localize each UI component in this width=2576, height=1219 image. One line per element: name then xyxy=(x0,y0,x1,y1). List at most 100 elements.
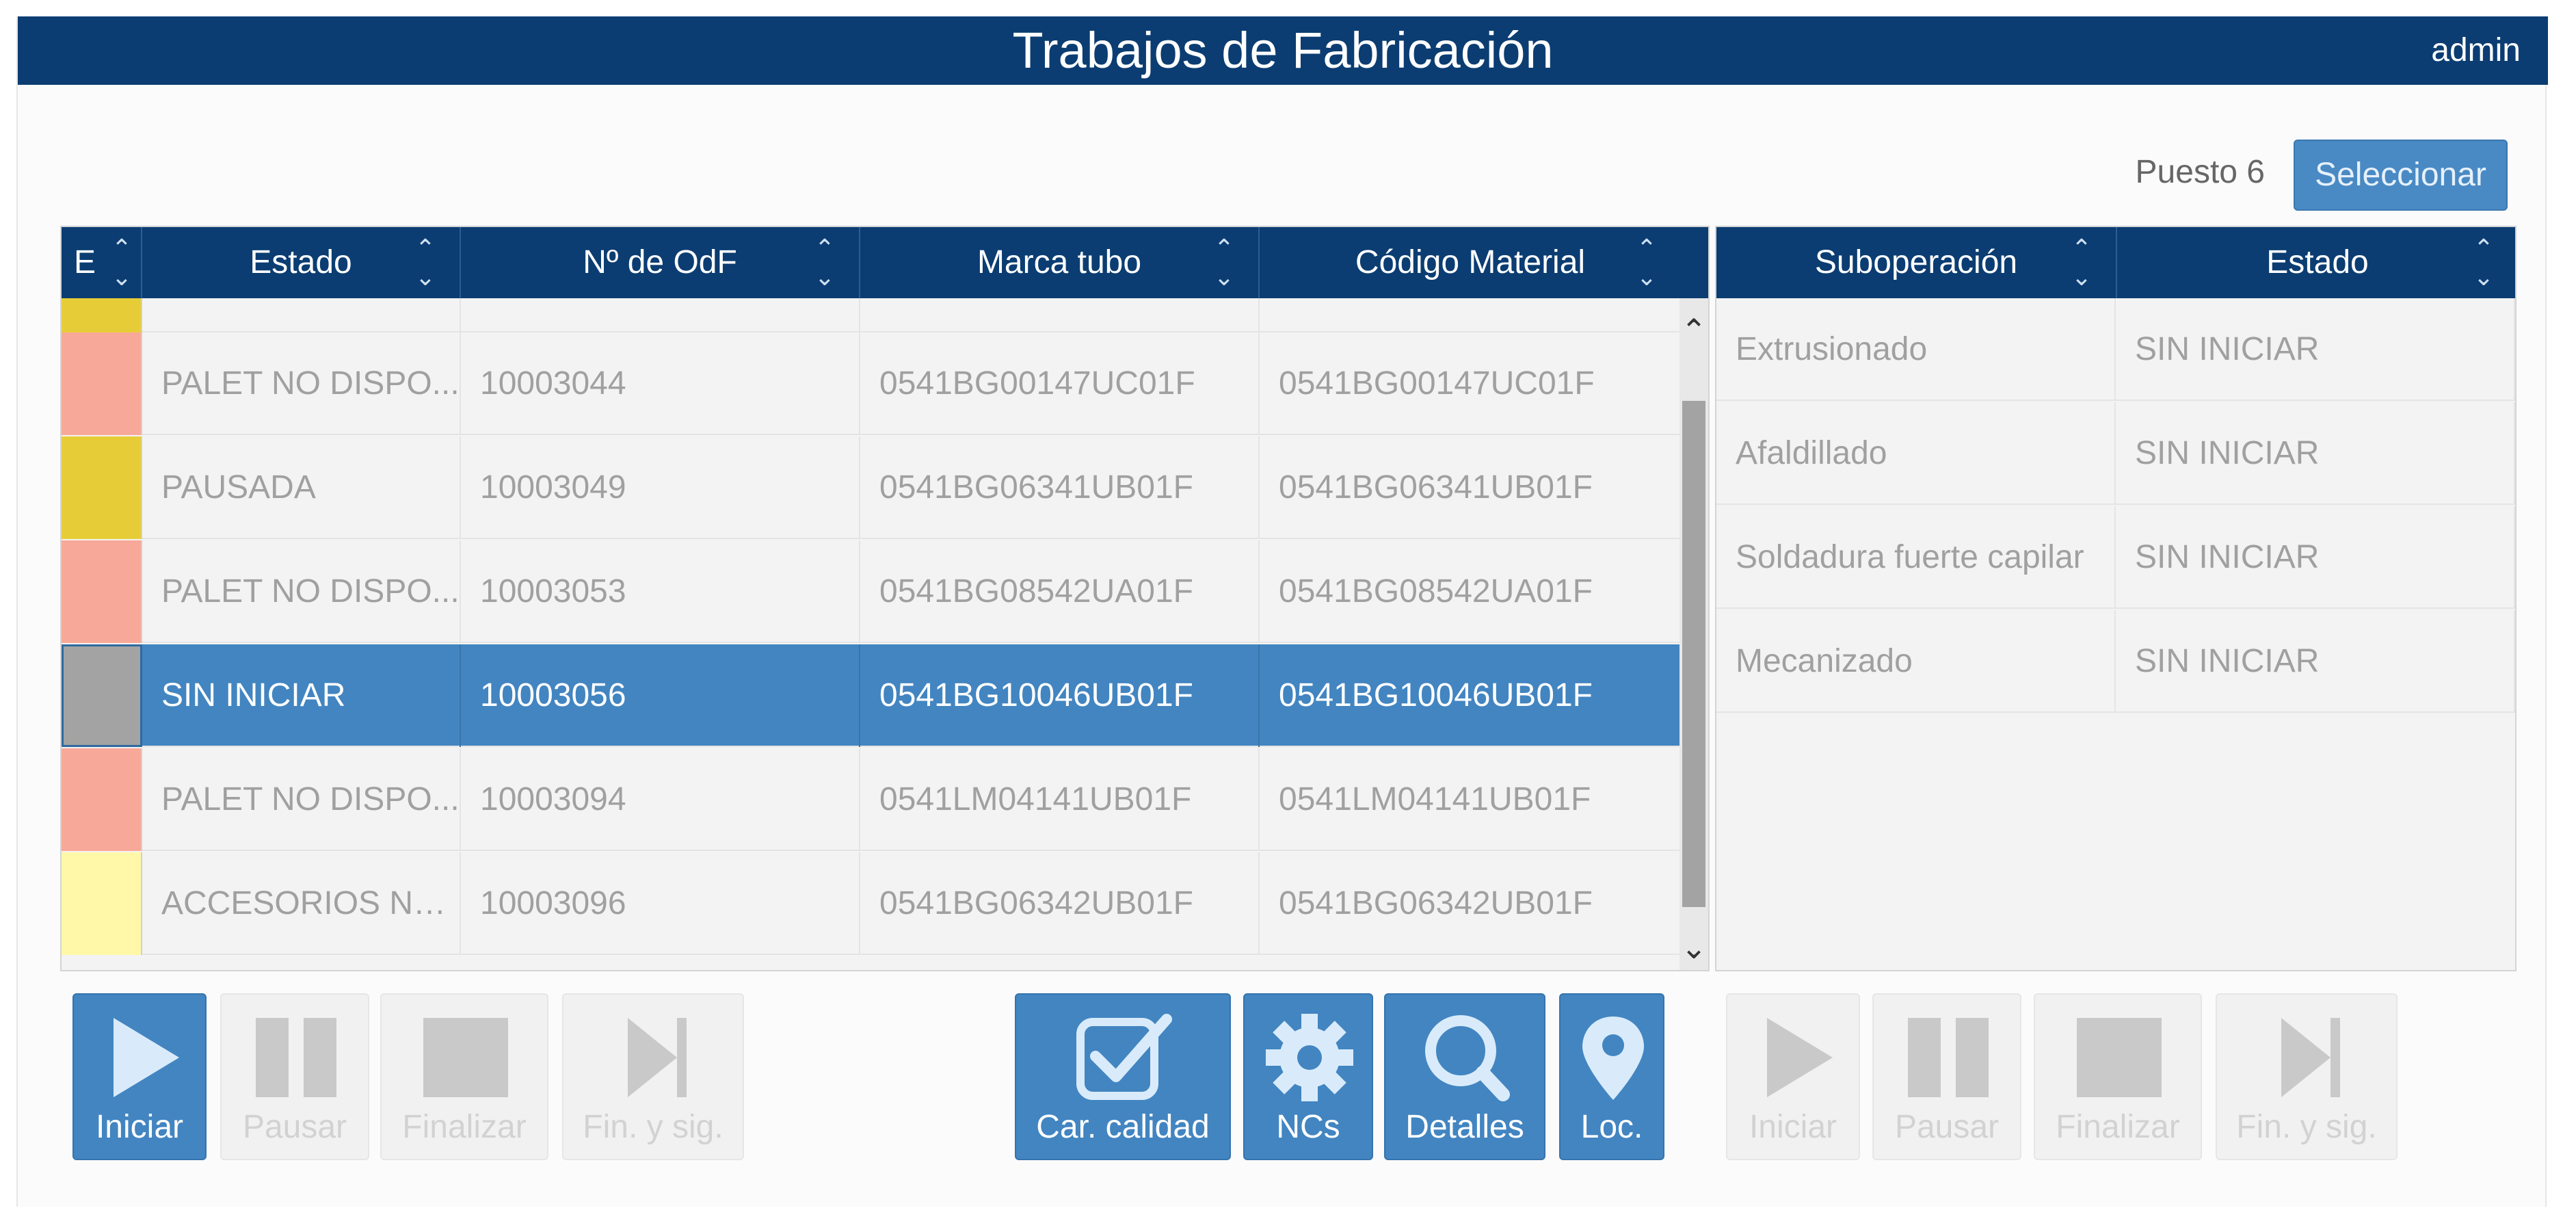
table-row[interactable]: Extrusionado SIN INICIAR xyxy=(1716,298,2515,401)
jobs-table-header: E ⌃ ⌄ Estado ⌃ ⌄ Nº de OdF ⌃ ⌄ Marca tubo ⌃… xyxy=(62,227,1708,298)
magnifier-icon xyxy=(1425,1015,1510,1101)
marca-cell: 0541BG06341UB01F xyxy=(860,436,1260,539)
details-button[interactable]: Detalles xyxy=(1384,993,1545,1160)
subop-finish-button[interactable]: Finalizar xyxy=(2034,993,2202,1160)
select-station-button[interactable]: Seleccionar xyxy=(2294,140,2508,211)
estado-cell: PAUSADA xyxy=(142,436,461,539)
pause-icon xyxy=(1908,1018,1989,1097)
estado-cell: PALET NO DISPO... xyxy=(142,540,461,643)
table-row[interactable]: ACCESORIOS NO... 10003096 0541BG06342UB0… xyxy=(62,852,1679,955)
page-title: Trabajos de Fabricación xyxy=(1012,22,1554,79)
sort-icon[interactable]: ⌃ ⌄ xyxy=(2470,234,2497,291)
sort-icon[interactable]: ⌃ ⌄ xyxy=(1633,234,1660,291)
quality-check-button[interactable]: Car. calidad xyxy=(1015,993,1231,1160)
marca-cell xyxy=(860,298,1260,332)
sort-icon[interactable]: ⌃ ⌄ xyxy=(412,234,439,291)
estado-cell: SIN INICIAR xyxy=(142,644,461,747)
ncs-button[interactable]: NCs xyxy=(1243,993,1373,1160)
odf-cell: 10003053 xyxy=(461,540,860,643)
table-row[interactable]: Mecanizado SIN INICIAR xyxy=(1716,610,2515,713)
odf-cell xyxy=(461,298,860,332)
estado-cell: SIN INICIAR xyxy=(2116,298,2515,401)
codigo-cell: 0541BG00147UC01F xyxy=(1260,332,1679,435)
status-color-swatch xyxy=(62,436,142,539)
table-row[interactable]: PALET NO DISPO... 10003053 0541BG08542UA… xyxy=(62,540,1679,643)
title-bar: Trabajos de Fabricación admin xyxy=(18,16,2548,85)
suboperation-cell: Afaldillado xyxy=(1716,402,2116,505)
col-header-estado[interactable]: Estado ⌃ ⌄ xyxy=(2117,227,2515,298)
odf-cell: 10003049 xyxy=(461,436,860,539)
col-header-marca-tubo[interactable]: Marca tubo ⌃ ⌄ xyxy=(860,227,1260,298)
sort-icon[interactable]: ⌃ ⌄ xyxy=(811,234,838,291)
estado-cell: SIN INICIAR xyxy=(2116,402,2515,505)
location-button[interactable]: Loc. xyxy=(1559,993,1664,1160)
suboperation-cell: Extrusionado xyxy=(1716,298,2116,401)
estado-cell: ACCESORIOS NO... xyxy=(142,852,461,955)
status-color-swatch xyxy=(62,540,142,643)
marca-cell: 0541LM04141UB01F xyxy=(860,748,1260,851)
user-name[interactable]: admin xyxy=(2431,16,2521,85)
status-color-swatch xyxy=(62,298,142,332)
codigo-cell: 0541BG08542UA01F xyxy=(1260,540,1679,643)
gear-icon xyxy=(1266,1014,1353,1101)
table-row[interactable]: PAUSADA 10003049 0541BG06341UB01F 0541BG… xyxy=(62,436,1679,539)
status-color-swatch xyxy=(62,748,142,851)
odf-cell: 10003096 xyxy=(461,852,860,955)
col-header-e[interactable]: E ⌃ ⌄ xyxy=(62,227,142,298)
table-row-selected[interactable]: SIN INICIAR 10003056 0541BG10046UB01F 05… xyxy=(62,644,1679,747)
play-icon xyxy=(114,1018,179,1097)
table-row[interactable]: Afaldillado SIN INICIAR xyxy=(1716,402,2515,505)
estado-cell xyxy=(142,298,461,332)
pause-icon xyxy=(256,1018,336,1097)
start-button[interactable]: Iniciar xyxy=(72,993,207,1160)
table-row[interactable] xyxy=(62,298,1679,332)
col-header-odf[interactable]: Nº de OdF ⌃ ⌄ xyxy=(461,227,860,298)
table-row[interactable]: Soldadura fuerte capilar SIN INICIAR xyxy=(1716,506,2515,609)
sort-icon[interactable]: ⌃ ⌄ xyxy=(2068,234,2095,291)
estado-cell: PALET NO DISPO... xyxy=(142,332,461,435)
scrollbar-thumb[interactable] xyxy=(1682,401,1705,907)
checkbox-icon xyxy=(1076,1014,1172,1100)
codigo-cell: 0541BG10046UB01F xyxy=(1260,644,1679,747)
col-header-suboperacion[interactable]: Suboperación ⌃ ⌄ xyxy=(1716,227,2117,298)
codigo-cell: 0541BG06342UB01F xyxy=(1260,852,1679,955)
col-header-codigo-material[interactable]: Código Material ⌃ ⌄ xyxy=(1260,227,1681,298)
subop-pause-button[interactable]: Pausar xyxy=(1872,993,2021,1160)
odf-cell: 10003044 xyxy=(461,332,860,435)
subop-start-button[interactable]: Iniciar xyxy=(1726,993,1860,1160)
subop-finish-and-next-button[interactable]: Fin. y sig. xyxy=(2216,993,2398,1160)
col-header-estado[interactable]: Estado ⌃ ⌄ xyxy=(142,227,461,298)
jobs-table-scrollbar[interactable]: ⌃ ⌄ xyxy=(1679,298,1708,970)
station-label: Puesto 6 xyxy=(2135,154,2265,190)
marca-cell: 0541BG08542UA01F xyxy=(860,540,1260,643)
marca-cell: 0541BG00147UC01F xyxy=(860,332,1260,435)
marca-cell: 0541BG10046UB01F xyxy=(860,644,1260,747)
codigo-cell xyxy=(1260,298,1679,332)
stop-icon xyxy=(423,1018,508,1097)
sort-icon[interactable]: ⌃ ⌄ xyxy=(1210,234,1238,291)
map-pin-icon xyxy=(1582,1017,1644,1100)
subops-table: Suboperación ⌃ ⌄ Estado ⌃ ⌄ Extrusionado S… xyxy=(1715,226,2517,971)
finish-and-next-button[interactable]: Fin. y sig. xyxy=(562,993,744,1160)
pause-button[interactable]: Pausar xyxy=(220,993,369,1160)
status-color-swatch xyxy=(62,852,142,955)
marca-cell: 0541BG06342UB01F xyxy=(860,852,1260,955)
jobs-table: E ⌃ ⌄ Estado ⌃ ⌄ Nº de OdF ⌃ ⌄ Marca tubo ⌃… xyxy=(60,226,1710,971)
finish-button[interactable]: Finalizar xyxy=(380,993,548,1160)
chevron-down-icon[interactable]: ⌄ xyxy=(1679,929,1708,966)
estado-cell: SIN INICIAR xyxy=(2116,506,2515,609)
play-icon xyxy=(1767,1018,1833,1097)
codigo-cell: 0541BG06341UB01F xyxy=(1260,436,1679,539)
jobs-table-body: PALET NO DISPO... 10003044 0541BG00147UC… xyxy=(62,298,1679,970)
stop-icon xyxy=(2077,1018,2162,1097)
status-color-swatch xyxy=(62,332,142,435)
suboperation-cell: Soldadura fuerte capilar xyxy=(1716,506,2116,609)
skip-next-icon xyxy=(628,1018,687,1097)
suboperation-cell: Mecanizado xyxy=(1716,610,2116,713)
estado-cell: PALET NO DISPO... xyxy=(142,748,461,851)
sort-icon[interactable]: ⌃ ⌄ xyxy=(108,234,135,291)
status-color-swatch xyxy=(62,644,142,747)
table-row[interactable]: PALET NO DISPO... 10003094 0541LM04141UB… xyxy=(62,748,1679,851)
chevron-up-icon[interactable]: ⌃ xyxy=(1679,312,1708,349)
table-row[interactable]: PALET NO DISPO... 10003044 0541BG00147UC… xyxy=(62,332,1679,435)
